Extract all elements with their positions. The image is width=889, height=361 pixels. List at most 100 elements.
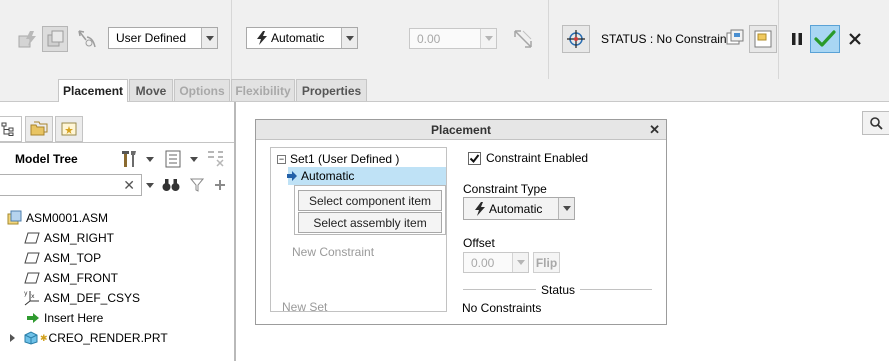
clear-search-icon[interactable]: ✕ xyxy=(123,177,135,194)
model-tree-tab[interactable] xyxy=(0,116,22,142)
tree-item-label: ASM0001.ASM xyxy=(26,211,109,225)
settings-tools-icon[interactable] xyxy=(120,149,142,169)
tree-item-asm0001[interactable]: ASM0001.ASM xyxy=(0,208,234,228)
offset-field[interactable]: 0.00 xyxy=(463,252,529,273)
current-constraint-arrow-icon xyxy=(287,171,297,181)
search-button[interactable] xyxy=(862,111,889,135)
constraint-references: Select component item Select assembly it… xyxy=(294,185,446,235)
constraint-item-label: Automatic xyxy=(301,169,355,183)
select-assembly-item-button[interactable]: Select assembly item xyxy=(298,212,442,233)
checkmark-icon xyxy=(469,153,480,163)
search-tools xyxy=(162,178,226,192)
tab-placement[interactable]: Placement xyxy=(58,79,128,102)
component-placement-dashboard: User Defined Automatic 0.00 STATUS : No … xyxy=(0,0,889,102)
status-heading: Status xyxy=(536,283,581,297)
constraint-type-dropdown[interactable]: Automatic xyxy=(246,27,358,49)
binoculars-icon[interactable] xyxy=(162,178,180,192)
close-icon xyxy=(849,33,861,45)
favorites-tab[interactable] xyxy=(55,116,83,142)
tree-item-label: Insert Here xyxy=(44,311,104,325)
tree-item-label: CREO_RENDER.PRT xyxy=(48,331,168,345)
constraint-set-row[interactable]: − Set1 (User Defined ) xyxy=(277,152,399,166)
insert-arrow-icon xyxy=(27,313,39,323)
cancel-button[interactable] xyxy=(842,26,868,52)
tree-item-asm-def-csys[interactable]: xy ASM_DEF_CSYS xyxy=(0,288,234,308)
model-tree-toolbar xyxy=(120,149,226,169)
checkmark-icon xyxy=(814,30,836,47)
tab-options: Options xyxy=(174,79,230,101)
constraint-enabled-label: Constraint Enabled xyxy=(486,151,589,165)
chevron-down-icon[interactable] xyxy=(341,28,357,48)
chevron-down-icon[interactable] xyxy=(146,156,154,162)
magnifier-icon xyxy=(870,117,883,130)
tab-flexibility: Flexibility xyxy=(231,79,295,101)
chevron-down-icon[interactable] xyxy=(146,183,154,188)
assembly-icon xyxy=(7,210,22,225)
constraint-type-value: Automatic xyxy=(271,31,325,45)
chevron-down-icon[interactable] xyxy=(480,29,496,48)
divider xyxy=(778,0,779,79)
add-icon[interactable] xyxy=(214,179,226,191)
new-constraint-link[interactable]: New Constraint xyxy=(292,245,374,259)
constraint-enabled-checkbox[interactable] xyxy=(468,151,481,165)
filter-icon[interactable] xyxy=(190,178,204,192)
csys-icon: xy xyxy=(24,290,39,306)
separate-window-icon[interactable] xyxy=(42,26,68,52)
chevron-down-icon[interactable] xyxy=(201,28,217,48)
status-text: STATUS : No Constraints xyxy=(601,32,736,46)
tree-item-label: ASM_RIGHT xyxy=(44,231,115,245)
model-tree-search-input[interactable]: ✕ xyxy=(0,174,142,196)
constraint-enabled-row[interactable]: Constraint Enabled xyxy=(468,151,588,165)
ok-button[interactable] xyxy=(810,25,840,53)
select-component-item-button[interactable]: Select component item xyxy=(298,190,442,211)
tree-icon xyxy=(1,122,13,136)
show-list-icon[interactable] xyxy=(164,149,186,169)
status-value: No Constraints xyxy=(462,301,542,315)
chevron-down-icon[interactable] xyxy=(512,253,528,272)
show-in-main-window-icon[interactable] xyxy=(749,25,777,53)
show-component-window-icon[interactable] xyxy=(724,27,746,49)
expand-icon[interactable] xyxy=(10,334,15,342)
constraint-collector: − Set1 (User Defined ) Automatic Select … xyxy=(270,147,447,314)
new-set-link[interactable]: New Set xyxy=(282,300,327,314)
svg-text:y: y xyxy=(24,290,28,297)
tab-properties[interactable]: Properties xyxy=(296,79,367,101)
tree-filters-icon xyxy=(208,151,224,167)
part-icon xyxy=(24,331,38,345)
tree-item-asm-front[interactable]: ASM_FRONT xyxy=(0,268,234,288)
tree-item-label: ASM_DEF_CSYS xyxy=(44,291,141,305)
folder-browser-tab[interactable] xyxy=(25,116,53,142)
dialog-title-bar: Placement xyxy=(256,120,666,140)
constraint-item-automatic[interactable]: Automatic xyxy=(287,167,446,185)
move-component-icon[interactable] xyxy=(15,26,41,52)
tab-move[interactable]: Move xyxy=(129,79,173,101)
drag-component-icon[interactable] xyxy=(74,26,100,52)
model-tree-title: Model Tree xyxy=(15,152,78,166)
tree-item-insert-here[interactable]: Insert Here xyxy=(0,308,234,328)
collapse-icon[interactable]: − xyxy=(277,154,286,164)
favorites-icon xyxy=(61,122,77,136)
dialog-title: Placement xyxy=(430,122,492,137)
dialog-close-icon[interactable]: ✕ xyxy=(649,122,660,138)
tree-item-creo-render[interactable]: ✱ CREO_RENDER.PRT xyxy=(0,328,234,348)
divider xyxy=(231,0,232,79)
asterisk-icon: ✱ xyxy=(40,332,48,343)
pause-icon[interactable] xyxy=(784,26,810,52)
constraint-set-dropdown[interactable]: User Defined xyxy=(108,27,218,49)
constraint-type-label: Constraint Type xyxy=(463,182,547,196)
offset-value: 0.00 xyxy=(417,31,441,46)
folder-icon xyxy=(30,121,48,136)
flip-icon[interactable] xyxy=(510,26,536,52)
constraint-set-value: User Defined xyxy=(116,31,187,45)
tree-item-asm-top[interactable]: ASM_TOP xyxy=(0,248,234,268)
flip-button[interactable]: Flip xyxy=(533,252,560,273)
chevron-down-icon[interactable] xyxy=(190,156,198,162)
lightning-icon xyxy=(257,31,267,45)
offset-input[interactable]: 0.00 xyxy=(409,28,497,49)
set-label: Set1 (User Defined ) xyxy=(290,152,400,166)
tree-item-asm-right[interactable]: ASM_RIGHT xyxy=(0,228,234,248)
offset-label: Offset xyxy=(463,236,495,250)
placement-constraints-icon[interactable] xyxy=(562,25,590,53)
constraint-type-select[interactable]: Automatic xyxy=(463,197,575,220)
chevron-down-icon[interactable] xyxy=(558,198,574,219)
